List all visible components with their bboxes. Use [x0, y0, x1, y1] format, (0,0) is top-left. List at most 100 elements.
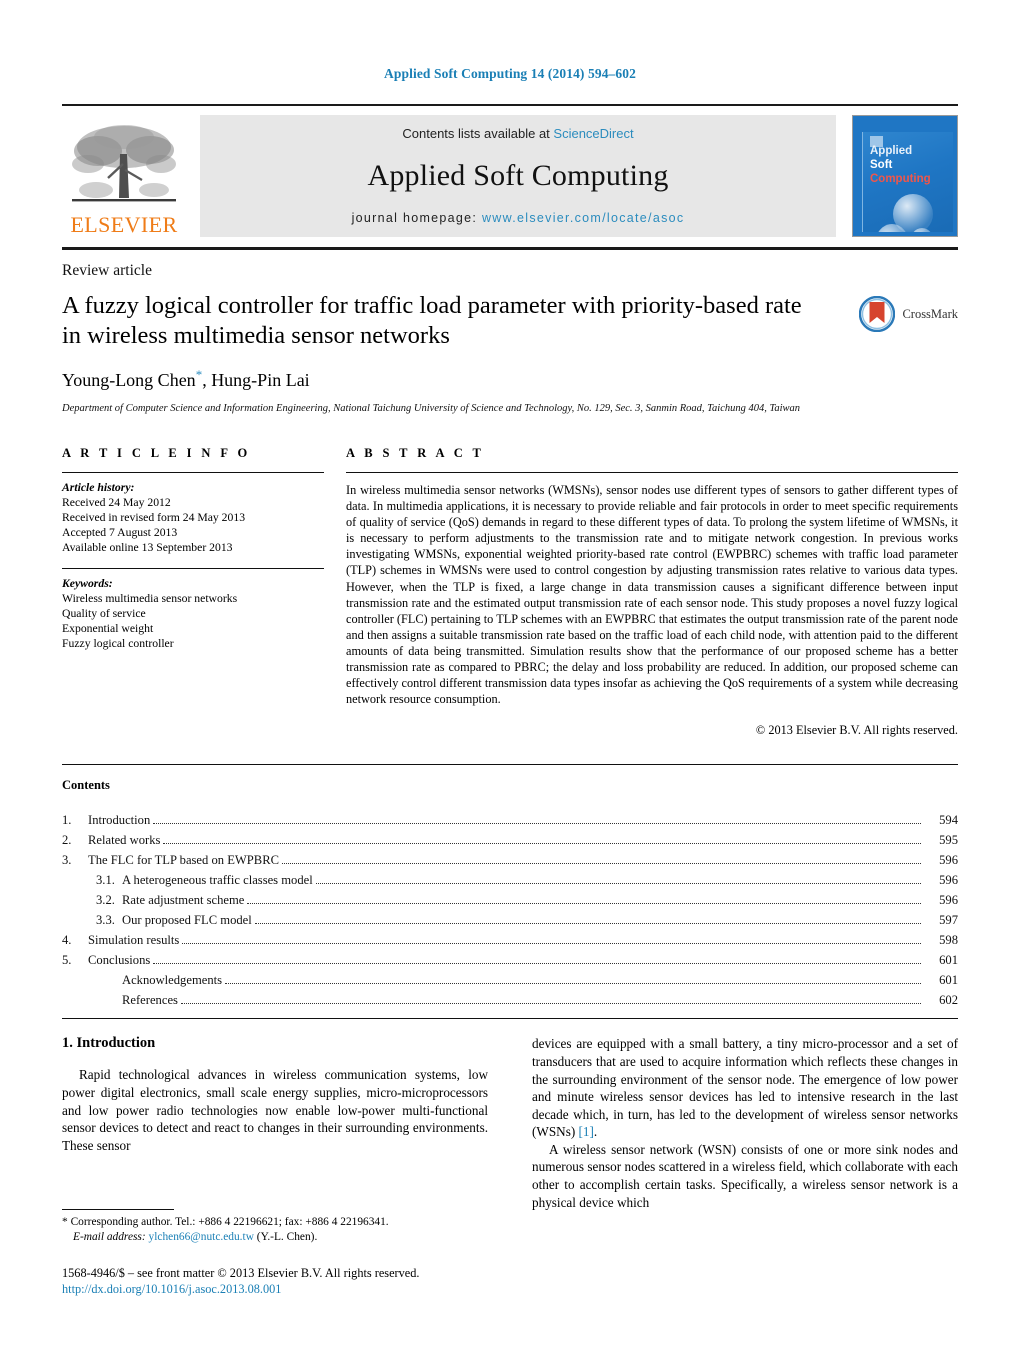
issn-line: 1568-4946/$ – see front matter © 2013 El…: [62, 1266, 420, 1280]
toc-leader-dots: [247, 895, 921, 905]
toc-entry[interactable]: Acknowledgements 601: [62, 970, 958, 990]
article-type-label: Review article: [62, 262, 152, 279]
toc-page-number: 601: [939, 973, 958, 988]
toc-entry[interactable]: 2. Related works 595: [62, 830, 958, 850]
toc-entry[interactable]: 1. Introduction 594: [62, 810, 958, 830]
toc-page-number: 596: [939, 893, 958, 908]
article-info-column: A R T I C L E I N F O Article history: R…: [62, 446, 346, 738]
article-info-rule: [62, 472, 324, 473]
abstract-rule: [346, 472, 958, 473]
toc-number: 3.: [62, 853, 72, 868]
toc-leader-dots: [315, 875, 921, 885]
article-history-item: Available online 13 September 2013: [62, 541, 233, 554]
top-rule: [62, 104, 958, 106]
citation-link[interactable]: [1]: [579, 1124, 594, 1139]
body-paragraph-period: .: [593, 1124, 598, 1140]
toc-leader-dots: [182, 935, 921, 945]
homepage-url-link[interactable]: www.elsevier.com/locate/asoc: [482, 211, 684, 225]
contents-rule: [62, 764, 958, 766]
keywords-block: Keywords: Wireless multimedia sensor net…: [62, 576, 324, 651]
toc-label[interactable]: Introduction: [88, 810, 150, 830]
toc-leader-dots: [180, 995, 921, 1005]
author-secondary: , Hung-Pin Lai: [202, 370, 310, 390]
toc-page-number: 597: [939, 913, 958, 928]
cover-line-1: Applied: [870, 145, 913, 157]
journal-band: Contents lists available at ScienceDirec…: [200, 115, 836, 237]
info-abstract-section: A R T I C L E I N F O Article history: R…: [62, 446, 958, 738]
toc-label[interactable]: The FLC for TLP based on EWPBRC: [88, 850, 279, 870]
toc-page-number: 595: [939, 833, 958, 848]
toc-label[interactable]: Related works: [88, 830, 160, 850]
abstract-text: In wireless multimedia sensor networks (…: [346, 483, 958, 707]
toc-number: 1.: [62, 813, 72, 828]
table-of-contents: 1. Introduction 594 2. Related works 595…: [62, 810, 958, 1010]
article-history-block: Article history: Received 24 May 2012 Re…: [62, 480, 324, 555]
author-list: Young-Long Chen*, Hung-Pin Lai: [62, 367, 816, 391]
toc-leader-dots: [153, 815, 921, 825]
toc-entry[interactable]: 3.3. Our proposed FLC model 597: [62, 910, 958, 930]
journal-title: Applied Soft Computing: [367, 159, 669, 192]
toc-label[interactable]: Our proposed FLC model: [122, 910, 252, 930]
corresponding-author-text: Corresponding author. Tel.: +886 4 22196…: [70, 1216, 389, 1228]
cover-line-2: Soft: [870, 159, 893, 171]
sciencedirect-link[interactable]: ScienceDirect: [553, 126, 633, 141]
author-primary: Young-Long Chen: [62, 370, 196, 390]
toc-page-number: 602: [939, 993, 958, 1008]
footnote-rule: [62, 1209, 174, 1210]
paper-page: Applied Soft Computing 14 (2014) 594–602: [0, 0, 1020, 1351]
body-rule: [62, 1018, 958, 1020]
toc-label[interactable]: A heterogeneous traffic classes model: [122, 870, 313, 890]
toc-label[interactable]: Rate adjustment scheme: [122, 890, 244, 910]
crossmark-badge[interactable]: CrossMark: [830, 296, 958, 332]
doi-link[interactable]: http://dx.doi.org/10.1016/j.asoc.2013.08…: [62, 1281, 498, 1297]
toc-label[interactable]: References: [122, 990, 178, 1010]
keywords-label: Keywords:: [62, 577, 113, 590]
toc-number: 2.: [62, 833, 72, 848]
toc-number: 3.3.: [96, 913, 115, 928]
toc-entry[interactable]: 3. The FLC for TLP based on EWPBRC 596: [62, 850, 958, 870]
keyword-item: Fuzzy logical controller: [62, 637, 174, 650]
homepage-prefix: journal homepage:: [351, 211, 482, 225]
email-address-link[interactable]: ylchen66@nutc.edu.tw: [149, 1231, 254, 1243]
corresponding-author-note: * Corresponding author. Tel.: +886 4 221…: [62, 1215, 498, 1245]
issn-block: 1568-4946/$ – see front matter © 2013 El…: [62, 1265, 498, 1297]
toc-label[interactable]: Conclusions: [88, 950, 150, 970]
toc-leader-dots: [282, 855, 921, 865]
toc-number: 3.1.: [96, 873, 115, 888]
journal-masthead: ELSEVIER Contents lists available at Sci…: [62, 115, 958, 237]
toc-page-number: 598: [939, 933, 958, 948]
toc-label[interactable]: Simulation results: [88, 930, 179, 950]
footnote-area: * Corresponding author. Tel.: +886 4 221…: [62, 1209, 498, 1297]
toc-leader-dots: [225, 975, 921, 985]
title-rule: [62, 247, 958, 250]
contents-heading: Contents: [62, 778, 110, 793]
toc-entry[interactable]: 4. Simulation results 598: [62, 930, 958, 950]
journal-cover-inner: Applied Soft Computing: [862, 132, 953, 232]
toc-number: 5.: [62, 953, 72, 968]
abstract-column: A B S T R A C T In wireless multimedia s…: [346, 446, 958, 738]
article-history-item: Received 24 May 2012: [62, 496, 171, 509]
toc-page-number: 596: [939, 853, 958, 868]
elsevier-wordmark: ELSEVIER: [70, 212, 178, 237]
toc-label[interactable]: Acknowledgements: [122, 970, 222, 990]
keyword-item: Exponential weight: [62, 622, 154, 635]
toc-entry[interactable]: 3.2. Rate adjustment scheme 596: [62, 890, 958, 910]
toc-entry[interactable]: 3.1. A heterogeneous traffic classes mod…: [62, 870, 958, 890]
crossmark-icon: [859, 296, 896, 332]
body-column-left: 1. Introduction Rapid technological adva…: [62, 1035, 488, 1211]
keywords-rule: [62, 568, 324, 569]
title-row: A fuzzy logical controller for traffic l…: [62, 280, 958, 416]
toc-entry[interactable]: References 602: [62, 990, 958, 1010]
toc-number: 4.: [62, 933, 72, 948]
keyword-item: Wireless multimedia sensor networks: [62, 592, 238, 605]
toc-leader-dots: [254, 915, 921, 925]
contents-lists-line: Contents lists available at ScienceDirec…: [402, 126, 633, 141]
page-title: A fuzzy logical controller for traffic l…: [62, 292, 802, 349]
toc-entry[interactable]: 5. Conclusions 601: [62, 950, 958, 970]
elsevier-logo: ELSEVIER: [62, 115, 186, 237]
title-column: A fuzzy logical controller for traffic l…: [62, 280, 830, 416]
section-heading-introduction: 1. Introduction: [62, 1035, 156, 1052]
cover-line-3: Computing: [870, 173, 931, 185]
contents-lists-prefix: Contents lists available at: [402, 126, 554, 141]
article-history-label: Article history:: [62, 481, 135, 494]
